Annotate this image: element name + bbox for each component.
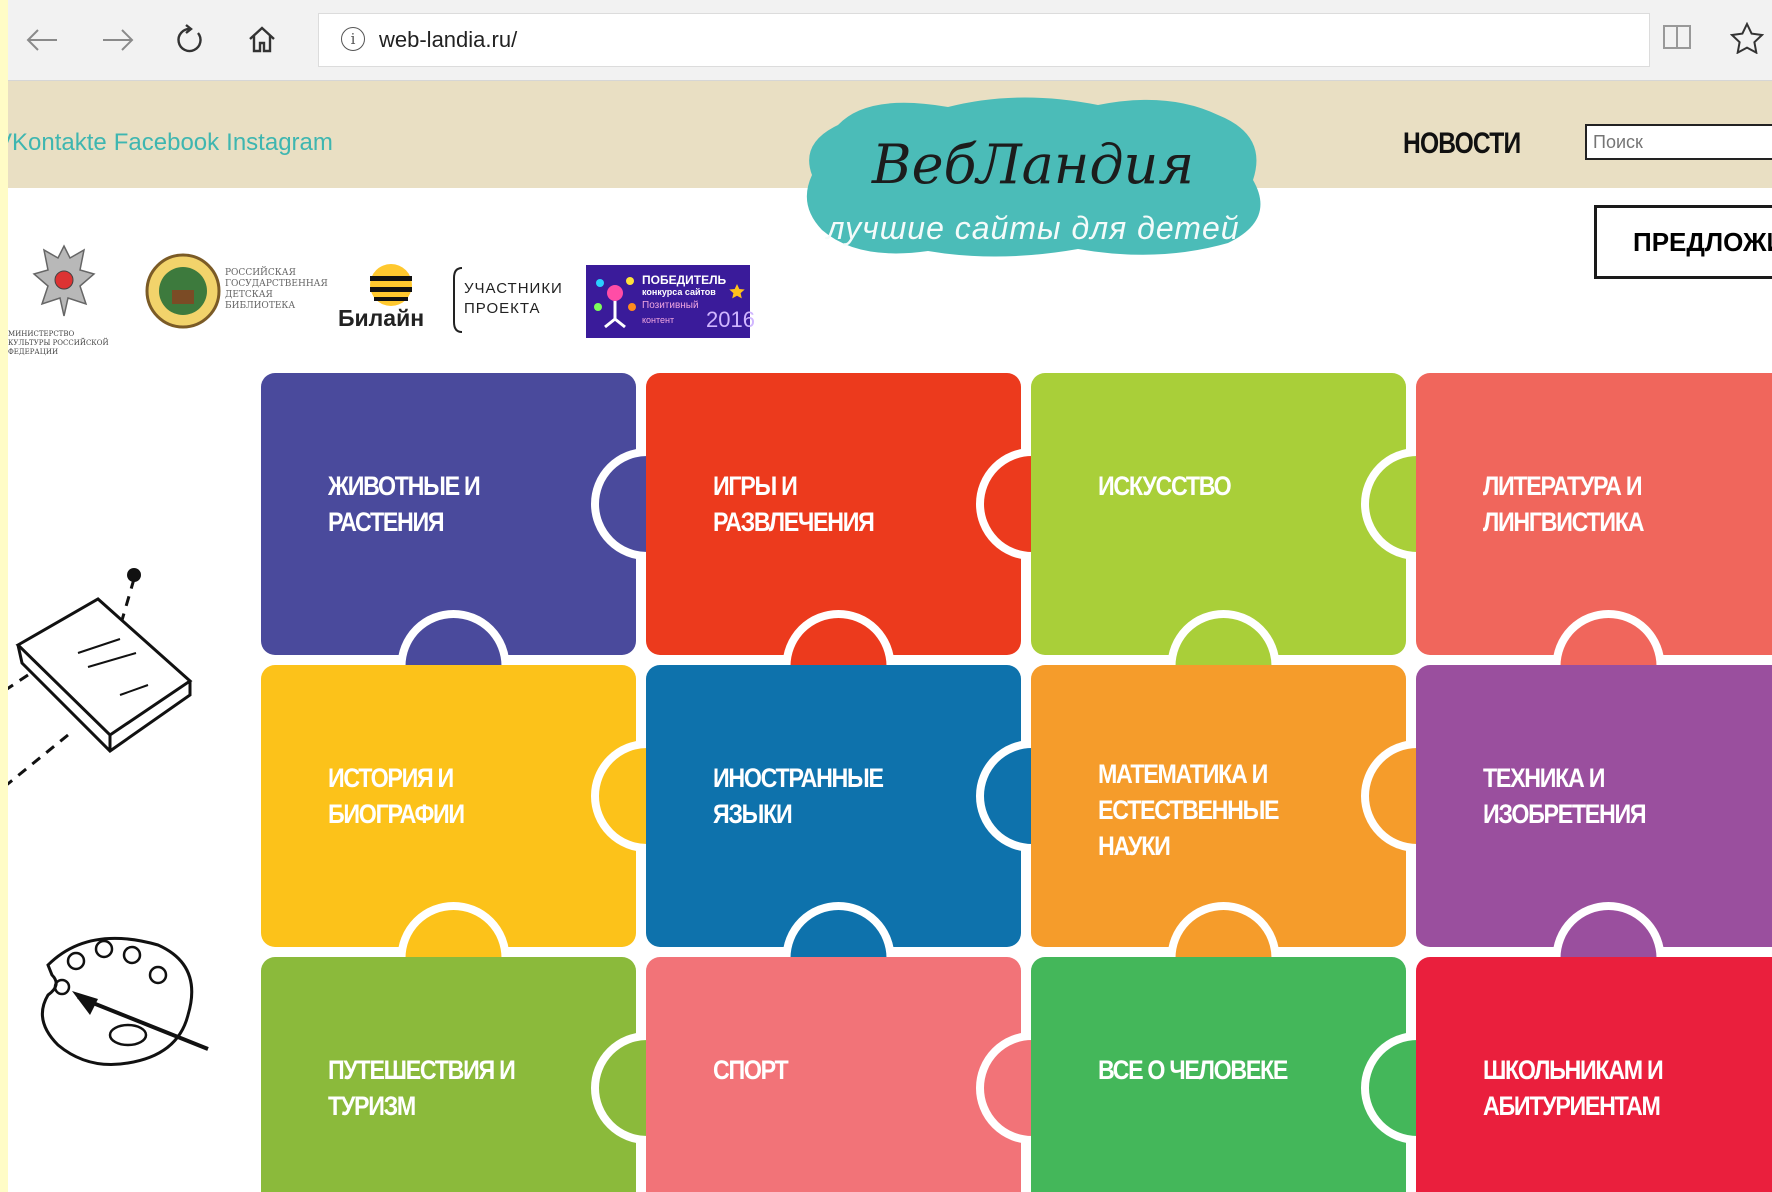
ministry-emblem-icon[interactable] (28, 240, 100, 335)
category-label[interactable]: ИГРЫ И РАЗВЛЕЧЕНИЯ (713, 468, 875, 540)
social-link-instagram[interactable]: Instagram (226, 129, 333, 156)
library-line: РОССИЙСКАЯ (225, 268, 296, 278)
category-label-line: ИЗОБРЕТЕНИЯ (1483, 799, 1647, 829)
category-label-line: ЖИВОТНЫЕ И (328, 471, 481, 501)
home-icon[interactable] (240, 20, 284, 60)
category-label[interactable]: ИСКУССТВО (1098, 468, 1232, 504)
category-label-line: СПОРТ (713, 1055, 789, 1085)
browser-window: i web-landia.ru/ VKontakte Facebook Instag… (8, 0, 1772, 1192)
category-label-line: ИСТОРИЯ И (328, 763, 454, 793)
library-line: ДЕТСКАЯ (225, 290, 273, 300)
category-label-line: НАУКИ (1098, 831, 1171, 861)
forward-arrow-icon[interactable] (96, 20, 140, 60)
winner-line-4: контент (642, 315, 675, 325)
logo-subtitle: лучшие сайты для детей (826, 210, 1240, 246)
suggest-site-button[interactable]: ПРЕДЛОЖИТЬ (1594, 205, 1772, 279)
library-line: БИБЛИОТЕКА (225, 301, 296, 311)
category-label[interactable]: ЖИВОТНЫЕ И РАСТЕНИЯ (328, 468, 481, 540)
category-label[interactable]: ИСТОРИЯ И БИОГРАФИИ (328, 760, 465, 832)
category-label[interactable]: ШКОЛЬНИКАМ И АБИТУРИЕНТАМ (1483, 1052, 1664, 1124)
winner-line-3: Позитивный (642, 300, 699, 311)
refresh-icon[interactable] (168, 20, 212, 60)
url-text[interactable]: web-landia.ru/ (379, 27, 517, 53)
ministry-caption: МИНИСТЕРСТВО КУЛЬТУРЫ РОССИЙСКОЙ ФЕДЕРАЦ… (8, 330, 109, 356)
info-icon[interactable]: i (341, 27, 365, 51)
social-links: VKontakte Facebook Instagram (8, 129, 340, 157)
participants-line: ПРОЕКТА (464, 300, 541, 317)
bracket-icon (453, 267, 463, 333)
social-link-vkontakte[interactable]: VKontakte (8, 129, 107, 156)
category-label-line: ИСКУССТВО (1098, 471, 1232, 501)
star-icon[interactable] (1729, 21, 1765, 62)
star-icon (729, 284, 745, 299)
library-line: ГОСУДАРСТВЕННАЯ (225, 279, 328, 289)
browser-toolbar: i web-landia.ru/ (8, 0, 1772, 81)
social-link-facebook[interactable]: Facebook (114, 129, 219, 156)
search-input[interactable] (1585, 124, 1772, 160)
category-label-line: ШКОЛЬНИКАМ И (1483, 1055, 1664, 1085)
participants-caption: УЧАСТНИКИ ПРОЕКТА (464, 279, 563, 319)
category-tile-body[interactable] (646, 957, 1021, 1192)
category-label-line: ЛИТЕРАТУРА И (1483, 471, 1643, 501)
category-label-line: ТУРИЗМ (328, 1091, 416, 1121)
beeline-label: Билайн (338, 305, 425, 331)
palette-doodle-icon (40, 936, 209, 1067)
category-label-line: РАСТЕНИЯ (328, 507, 445, 537)
category-label[interactable]: МАТЕМАТИКА И ЕСТЕСТВЕННЫЕ НАУКИ (1098, 756, 1280, 864)
participants-line: УЧАСТНИКИ (464, 280, 563, 297)
category-label[interactable]: ЛИТЕРАТУРА И ЛИНГВИСТИКА (1483, 468, 1644, 540)
winner-figure-icon (594, 277, 636, 329)
category-label[interactable]: ИНОСТРАННЫЕ ЯЗЫКИ (713, 760, 884, 832)
nav-news[interactable]: НОВОСТИ (1403, 127, 1521, 161)
library-emblem-icon[interactable] (144, 252, 222, 335)
category-label-line: АБИТУРИЕНТАМ (1483, 1091, 1661, 1121)
notebook-doodle-icon (8, 568, 193, 786)
library-caption: РОССИЙСКАЯ ГОСУДАРСТВЕННАЯ ДЕТСКАЯ БИБЛИ… (225, 268, 328, 312)
back-arrow-icon[interactable] (20, 20, 64, 60)
category-label-line: ТЕХНИКА И (1483, 763, 1605, 793)
category-label-line: ЕСТЕСТВЕННЫЕ (1098, 795, 1280, 825)
category-tile[interactable] (646, 957, 1088, 1192)
category-label[interactable]: СПОРТ (713, 1052, 789, 1088)
category-label[interactable]: ВСЕ О ЧЕЛОВЕКЕ (1098, 1052, 1288, 1088)
category-label-line: ИГРЫ И (713, 471, 798, 501)
category-label-line: МАТЕМАТИКА И (1098, 759, 1268, 789)
reading-view-icon[interactable] (1662, 22, 1692, 59)
category-label[interactable]: ПУТЕШЕСТВИЯ И ТУРИЗМ (328, 1052, 516, 1124)
category-label[interactable]: ТЕХНИКА И ИЗОБРЕТЕНИЯ (1483, 760, 1647, 832)
winner-line-2: конкурса сайтов (642, 287, 716, 297)
winner-badge[interactable]: ПОБЕДИТЕЛЬ конкурса сайтов Позитивный ко… (586, 265, 755, 338)
category-label-line: ВСЕ О ЧЕЛОВЕКЕ (1098, 1055, 1288, 1085)
category-label-line: РАЗВЛЕЧЕНИЯ (713, 507, 875, 537)
address-bar[interactable]: i web-landia.ru/ (318, 13, 1650, 67)
category-puzzle: ЖИВОТНЫЕ И РАСТЕНИЯ ИГРЫ И РАЗВЛЕЧЕНИЯ ИСКУС… (256, 368, 1772, 1192)
category-label-line: ИНОСТРАННЫЕ (713, 763, 884, 793)
category-label-line: ЯЗЫКИ (713, 799, 793, 829)
logo-title: ВебЛандия (871, 133, 1195, 196)
category-label-line: БИОГРАФИИ (328, 799, 465, 829)
category-label-line: ЛИНГВИСТИКА (1483, 507, 1644, 537)
site-logo[interactable]: ВебЛандия лучшие сайты для детей (798, 85, 1288, 265)
winner-year: 2016 (706, 307, 755, 332)
category-label-line: ПУТЕШЕСТВИЯ И (328, 1055, 516, 1085)
winner-line-1: ПОБЕДИТЕЛЬ (642, 273, 727, 287)
